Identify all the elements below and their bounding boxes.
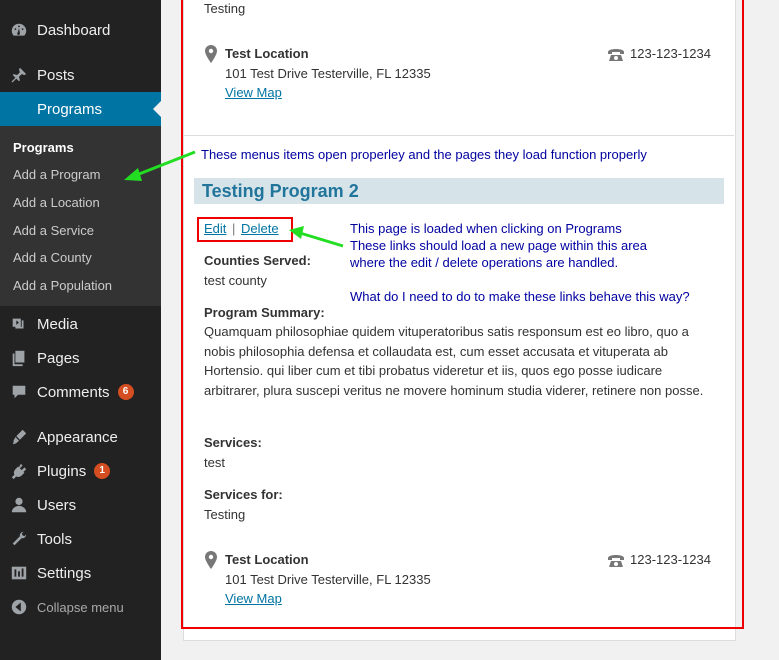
sidebar-item-label: Users — [37, 496, 77, 514]
sidebar-item-appearance[interactable]: Appearance — [0, 420, 161, 454]
location-address: 101 Test Drive Testerville, FL 12335 — [225, 572, 431, 587]
location-name-top: Test Location — [225, 46, 309, 61]
program-summary-text: Quamquam philosophiae quidem vituperator… — [204, 324, 704, 398]
counties-served-label: Counties Served: — [204, 253, 311, 268]
sidebar-item-posts[interactable]: Posts — [0, 58, 161, 92]
phone-number-top: 123-123-1234 — [630, 46, 711, 61]
active-indicator — [153, 101, 161, 117]
program-summary-label: Program Summary: — [204, 305, 325, 320]
sidebar-item-comments[interactable]: Comments 6 — [0, 375, 161, 409]
sidebar-item-label: Appearance — [37, 428, 118, 446]
sidebar-item-settings[interactable]: Settings — [0, 556, 161, 590]
collapse-arrow-icon — [10, 598, 28, 616]
services-for-value-top: Testing — [204, 1, 246, 16]
annotation-page-note-1: This page is loaded when clicking on Pro… — [350, 221, 622, 236]
sidebar-item-label: Posts — [37, 66, 75, 84]
phone-icon — [607, 552, 625, 573]
program-title: Testing Program 2 — [202, 181, 359, 201]
comments-icon — [10, 383, 28, 401]
counties-served-value: test county — [204, 273, 267, 288]
location-pin-icon — [204, 551, 218, 574]
sidebar-item-label: Settings — [37, 564, 92, 582]
services-for-value: Testing — [204, 507, 246, 522]
programs-submenu: Programs Add a Program Add a Location Ad… — [0, 126, 161, 306]
media-icon — [10, 315, 28, 333]
sidebar-item-label: Dashboard — [37, 21, 111, 39]
submenu-item-add-program[interactable]: Add a Program — [13, 167, 100, 182]
sidebar-item-plugins[interactable]: Plugins 1 — [0, 454, 161, 488]
sidebar-item-dashboard[interactable]: Dashboard — [0, 13, 161, 47]
sidebar-item-pages[interactable]: Pages — [0, 341, 161, 375]
sidebar-item-users[interactable]: Users — [0, 488, 161, 522]
location-name: Test Location — [225, 552, 309, 567]
phone-number: 123-123-1234 — [630, 552, 711, 567]
entry-divider — [184, 135, 734, 136]
users-icon — [10, 496, 28, 514]
sidebar-item-label: Media — [37, 315, 78, 333]
view-map-link-top[interactable]: View Map — [225, 85, 282, 100]
location-pin-icon — [204, 45, 218, 68]
submenu-item-add-service[interactable]: Add a Service — [13, 223, 94, 238]
sidebar-item-label: Programs — [37, 100, 103, 118]
admin-sidebar: Dashboard Posts Programs Programs Add a … — [0, 0, 161, 660]
services-label: Services: — [204, 435, 262, 450]
tools-icon — [10, 530, 28, 548]
plugins-icon — [10, 462, 28, 480]
plugins-update-badge: 1 — [94, 463, 111, 479]
view-map-link[interactable]: View Map — [225, 591, 282, 606]
sidebar-item-media[interactable]: Media — [0, 307, 161, 341]
services-value: test — [204, 455, 225, 470]
submenu-item-add-county[interactable]: Add a County — [13, 250, 92, 265]
sidebar-item-tools[interactable]: Tools — [0, 522, 161, 556]
sidebar-item-label: Tools — [37, 530, 73, 548]
collapse-menu-label: Collapse menu — [37, 599, 124, 615]
phone-icon — [607, 46, 625, 67]
appearance-icon — [10, 428, 28, 446]
collapse-menu-button[interactable]: Collapse menu — [0, 590, 161, 624]
address-top: 101 Test Drive Testerville, FL 12335 — [225, 66, 431, 81]
dashboard-icon — [10, 21, 28, 39]
submenu-item-add-location[interactable]: Add a Location — [13, 195, 100, 210]
sidebar-item-label: Comments — [37, 383, 110, 401]
pin-icon — [10, 66, 28, 84]
sidebar-item-programs[interactable]: Programs — [0, 92, 161, 126]
settings-icon — [10, 564, 28, 582]
annotation-page-note-3: where the edit / delete operations are h… — [350, 255, 619, 270]
annotation-page-note-2: These links should load a new page withi… — [350, 238, 648, 253]
submenu-item-programs[interactable]: Programs — [13, 140, 74, 155]
submenu-item-add-population[interactable]: Add a Population — [13, 278, 112, 293]
pages-icon — [10, 349, 28, 367]
comments-count-badge: 6 — [117, 384, 134, 400]
services-for-label: Services for: — [204, 487, 283, 502]
sidebar-item-label: Plugins — [37, 462, 87, 480]
sidebar-item-label: Pages — [37, 349, 80, 367]
annotation-question: What do I need to do to make these links… — [350, 289, 690, 304]
annotation-menus-note: These menus items open properley and the… — [201, 147, 647, 162]
edit-delete-highlight — [197, 217, 293, 242]
